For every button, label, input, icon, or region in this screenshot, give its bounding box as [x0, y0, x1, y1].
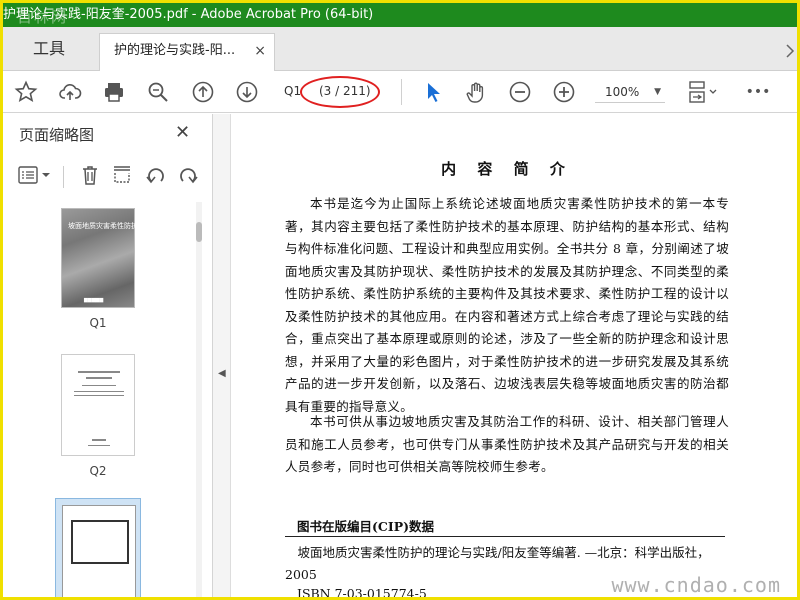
print-icon[interactable]	[99, 77, 129, 107]
thumbnail-text-line	[86, 377, 112, 379]
highlight-ellipse	[300, 76, 380, 108]
page-fit-icon[interactable]	[683, 77, 723, 107]
cip-rule	[285, 536, 725, 537]
thumbnail-text-line	[78, 371, 120, 373]
thumbnail-frame	[71, 520, 129, 564]
thumbnail-scrollbar[interactable]	[196, 202, 202, 597]
rotate-right-icon[interactable]	[175, 162, 201, 188]
site-watermark-top: 百林网	[17, 8, 69, 26]
panel-title: 页面缩略图	[19, 126, 95, 144]
more-options-icon[interactable]: •••	[741, 77, 775, 107]
chevron-down-icon: ▼	[654, 87, 661, 97]
bookmark-star-icon[interactable]	[11, 77, 41, 107]
panel-close-icon[interactable]: ✕	[175, 122, 190, 143]
collapse-left-icon: ◀	[218, 368, 226, 379]
thumbnail-page-2[interactable]	[61, 354, 135, 456]
thumbnail-text-line	[74, 395, 124, 396]
thumbnail-text-line	[88, 445, 110, 446]
window-frame: 护理论与实践-阳友奎-2005.pdf - Adobe Acrobat Pro …	[0, 0, 800, 600]
select-arrow-icon[interactable]	[419, 77, 449, 107]
thumbnail-cover-text: 坡面地质灾害柔性防护	[68, 222, 138, 230]
tab-close-icon[interactable]: ×	[254, 34, 266, 68]
zoom-out-icon[interactable]	[505, 77, 535, 107]
thumbnail-label: Q2	[89, 464, 107, 478]
thumbnail-page-3-selected[interactable]	[55, 498, 141, 597]
site-watermark: www.cndao.com	[611, 573, 781, 597]
thumbnail-scrollbar-thumb[interactable]	[196, 222, 202, 242]
page-thumbnails-panel: 页面缩略图 ✕ 坡面地质灾害柔性防护 ▆▆▆▆▆ Q1 Q2	[3, 114, 213, 597]
thumbnail-toolbar	[3, 154, 213, 198]
document-view: 内 容 简 介 本书是迄今为止国际上系统论述坡面地质灾害柔性防护技术的第一本专著…	[231, 114, 797, 600]
hand-tool-icon[interactable]	[461, 77, 491, 107]
thumbnail-page-3	[62, 505, 136, 597]
thumbnail-text-line	[74, 391, 124, 392]
panel-collapse-handle[interactable]: ◀	[213, 114, 231, 597]
rotate-left-icon[interactable]	[143, 162, 169, 188]
expand-panel-icon[interactable]	[785, 41, 797, 61]
tab-tools[interactable]: 工具	[3, 27, 95, 71]
page-number-input[interactable]: Q1	[284, 81, 301, 101]
tab-document[interactable]: 护的理论与实践-阳... ×	[99, 33, 275, 71]
isbn: ISBN 7-03-015774-5	[297, 586, 427, 600]
cip-title: 图书在版编目(CIP)数据	[297, 519, 435, 534]
thumbnail-toolbar-divider	[63, 166, 64, 188]
thumbnail-text-line	[92, 439, 106, 441]
zoom-in-icon[interactable]	[549, 77, 579, 107]
thumbnail-text-line	[82, 385, 116, 386]
paragraph: 本书是迄今为止国际上系统论述坡面地质灾害柔性防护技术的第一本专著，其内容主要包括…	[285, 196, 729, 414]
zoom-search-icon[interactable]	[143, 77, 173, 107]
thumbnail-label: Q1	[89, 316, 107, 330]
paragraph: 本书可供从事边坡地质灾害及其防治工作的科研、设计、相关部门管理人员和施工人员参考…	[285, 414, 729, 474]
toolbar-divider	[401, 79, 402, 105]
thumbnail-options-icon[interactable]	[17, 162, 53, 188]
thumbnail-cover-footer: ▆▆▆▆▆	[84, 297, 104, 303]
zoom-level-value: 100%	[605, 85, 640, 99]
main-toolbar: Q1 (3 / 211) 100% ▼ •••	[3, 71, 797, 113]
delete-page-icon[interactable]	[77, 162, 103, 188]
zoom-level-select[interactable]: 100% ▼	[595, 81, 665, 103]
tab-document-label: 护的理论与实践-阳...	[114, 43, 236, 58]
page-heading: 内 容 简 介	[441, 160, 573, 178]
cloud-upload-icon[interactable]	[55, 77, 85, 107]
next-page-icon[interactable]	[232, 77, 262, 107]
title-bar: 护理论与实践-阳友奎-2005.pdf - Adobe Acrobat Pro …	[3, 3, 797, 27]
previous-page-icon[interactable]	[188, 77, 218, 107]
thumbnail-page-1[interactable]: 坡面地质灾害柔性防护 ▆▆▆▆▆	[61, 208, 138, 308]
thumbnail-list: 坡面地质灾害柔性防护 ▆▆▆▆▆ Q1 Q2	[3, 202, 197, 597]
extract-page-icon[interactable]	[109, 162, 135, 188]
tab-bar: 工具 护的理论与实践-阳... ×	[3, 27, 797, 71]
